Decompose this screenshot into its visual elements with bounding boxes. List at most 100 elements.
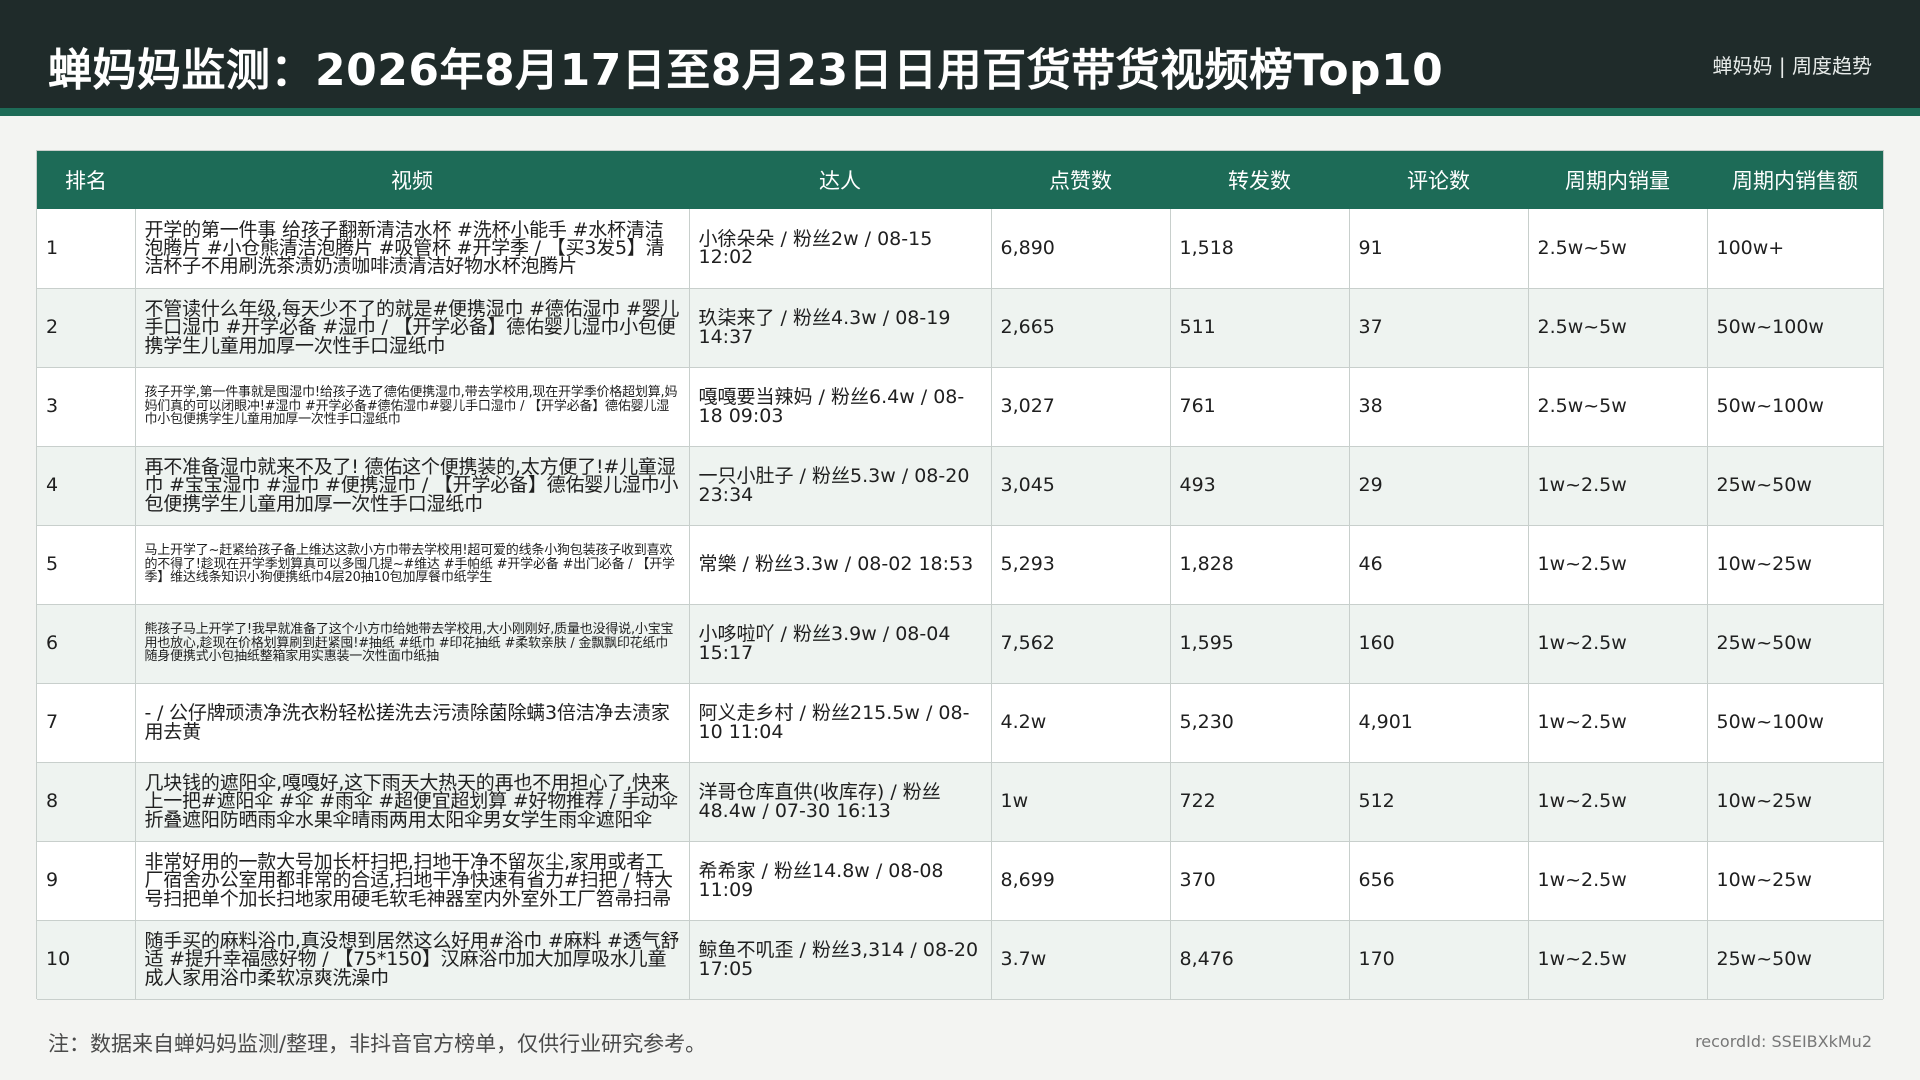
video-title-cell: 不管读什么年级,每天少不了的就是#便携湿巾 #德佑湿巾 #婴儿手口湿巾 #开学必… xyxy=(135,288,690,368)
video-title-cell: 随手买的麻料浴巾,真没想到居然这么好用#浴巾 #麻料 #透气舒适 #提升幸福感好… xyxy=(135,920,690,1000)
rank-cell: 1 xyxy=(37,209,136,289)
author-cell: 鲸鱼不叽歪 / 粉丝3,314 / 08-20 17:05 xyxy=(689,920,992,1000)
rank-cell: 9 xyxy=(37,841,136,921)
shares-cell: 1,595 xyxy=(1170,604,1350,684)
header-brand-label: 蝉妈妈 | 周度趋势 xyxy=(1712,54,1872,78)
table-row: 6 熊孩子马上开学了!我早就准备了这个小方巾给她带去学校用,大小刚刚好,质量也没… xyxy=(37,604,1883,684)
sales-cell: 1w~2.5w xyxy=(1528,525,1708,605)
video-title-cell: 孩子开学,第一件事就是囤湿巾!给孩子选了德佑便携湿巾,带去学校用,现在开学季价格… xyxy=(135,367,690,447)
likes-cell: 7,562 xyxy=(991,604,1171,684)
author-cell: 嘎嘎要当辣妈 / 粉丝6.4w / 08-18 09:03 xyxy=(689,367,992,447)
video-title-cell: 再不准备湿巾就来不及了! 德佑这个便携装的,太方便了!#儿童湿巾 #宝宝湿巾 #… xyxy=(135,446,690,526)
sales-cell: 2.5w~5w xyxy=(1528,367,1708,447)
likes-cell: 3,045 xyxy=(991,446,1171,526)
sales-cell: 1w~2.5w xyxy=(1528,604,1708,684)
table-row: 3 孩子开学,第一件事就是囤湿巾!给孩子选了德佑便携湿巾,带去学校用,现在开学季… xyxy=(37,367,1883,447)
sales-cell: 1w~2.5w xyxy=(1528,841,1708,921)
comments-cell: 38 xyxy=(1349,367,1529,447)
video-title-cell: 马上开学了~赶紧给孩子备上维达这款小方巾带去学校用!超可爱的线条小狗包装孩子收到… xyxy=(135,525,690,605)
gmv-cell: 50w~100w xyxy=(1707,367,1883,447)
rank-cell: 5 xyxy=(37,525,136,605)
column-header-rank: 排名 xyxy=(65,169,107,193)
comments-cell: 46 xyxy=(1349,525,1529,605)
page-header: 蝉妈妈监测：2026年8月17日至8月23日日用百货带货视频榜Top10 蝉妈妈… xyxy=(0,0,1920,116)
column-header-video: 视频 xyxy=(391,169,433,193)
comments-cell: 29 xyxy=(1349,446,1529,526)
table-row: 2 不管读什么年级,每天少不了的就是#便携湿巾 #德佑湿巾 #婴儿手口湿巾 #开… xyxy=(37,288,1883,368)
gmv-cell: 10w~25w xyxy=(1707,762,1883,842)
table-row: 8 几块钱的遮阳伞,嘎嘎好,这下雨天大热天的再也不用担心了,快来上一把#遮阳伞 … xyxy=(37,762,1883,842)
video-title-cell: 熊孩子马上开学了!我早就准备了这个小方巾给她带去学校用,大小刚刚好,质量也没得说… xyxy=(135,604,690,684)
author-cell: 玖柒来了 / 粉丝4.3w / 08-19 14:37 xyxy=(689,288,992,368)
likes-cell: 3,027 xyxy=(991,367,1171,447)
comments-cell: 656 xyxy=(1349,841,1529,921)
likes-cell: 8,699 xyxy=(991,841,1171,921)
gmv-cell: 10w~25w xyxy=(1707,841,1883,921)
video-title-cell: 非常好用的一款大号加长杆扫把,扫地干净不留灰尘,家用或者工厂宿舍办公室用都非常的… xyxy=(135,841,690,921)
shares-cell: 5,230 xyxy=(1170,683,1350,763)
gmv-cell: 25w~50w xyxy=(1707,920,1883,1000)
comments-cell: 37 xyxy=(1349,288,1529,368)
sales-cell: 1w~2.5w xyxy=(1528,683,1708,763)
gmv-cell: 50w~100w xyxy=(1707,288,1883,368)
shares-cell: 511 xyxy=(1170,288,1350,368)
likes-cell: 2,665 xyxy=(991,288,1171,368)
gmv-cell: 25w~50w xyxy=(1707,446,1883,526)
gmv-cell: 50w~100w xyxy=(1707,683,1883,763)
author-cell: 小哆啦吖 / 粉丝3.9w / 08-04 15:17 xyxy=(689,604,992,684)
record-id: recordId: SSEIBXkMu2 xyxy=(1695,1032,1872,1051)
shares-cell: 761 xyxy=(1170,367,1350,447)
ranking-table-container: 排名 视频 达人 点赞数 转发数 评论数 周期内销量 周期内销售额 1 开学的第… xyxy=(36,150,1884,1000)
table-body: 1 开学的第一件事 给孩子翻新清洁水杯 #洗杯小能手 #水杯清洁泡腾片 #小仓熊… xyxy=(37,209,1883,1000)
table-row: 1 开学的第一件事 给孩子翻新清洁水杯 #洗杯小能手 #水杯清洁泡腾片 #小仓熊… xyxy=(37,209,1883,289)
gmv-cell: 10w~25w xyxy=(1707,525,1883,605)
likes-cell: 3.7w xyxy=(991,920,1171,1000)
comments-cell: 170 xyxy=(1349,920,1529,1000)
column-header-likes: 点赞数 xyxy=(1049,169,1112,193)
table-row: 7 - / 公仔牌顽渍净洗衣粉轻松搓洗去污渍除菌除螨3倍洁净去渍家用去黄 阿义走… xyxy=(37,683,1883,763)
likes-cell: 6,890 xyxy=(991,209,1171,289)
rank-cell: 8 xyxy=(37,762,136,842)
column-header-sales: 周期内销量 xyxy=(1565,169,1670,193)
shares-cell: 493 xyxy=(1170,446,1350,526)
rank-cell: 7 xyxy=(37,683,136,763)
author-cell: 小徐朵朵 / 粉丝2w / 08-15 12:02 xyxy=(689,209,992,289)
footer-disclaimer: 注：数据来自蝉妈妈监测/整理，非抖音官方榜单，仅供行业研究参考。 xyxy=(48,1032,707,1056)
likes-cell: 1w xyxy=(991,762,1171,842)
sales-cell: 2.5w~5w xyxy=(1528,209,1708,289)
shares-cell: 1,828 xyxy=(1170,525,1350,605)
author-cell: 洋哥仓库直供(收库存) / 粉丝48.4w / 07-30 16:13 xyxy=(689,762,992,842)
gmv-cell: 25w~50w xyxy=(1707,604,1883,684)
ranking-table: 排名 视频 达人 点赞数 转发数 评论数 周期内销量 周期内销售额 1 开学的第… xyxy=(37,151,1883,1000)
table-row: 10 随手买的麻料浴巾,真没想到居然这么好用#浴巾 #麻料 #透气舒适 #提升幸… xyxy=(37,920,1883,1000)
likes-cell: 5,293 xyxy=(991,525,1171,605)
sales-cell: 1w~2.5w xyxy=(1528,446,1708,526)
author-cell: 一只小肚子 / 粉丝5.3w / 08-20 23:34 xyxy=(689,446,992,526)
sales-cell: 2.5w~5w xyxy=(1528,288,1708,368)
rank-cell: 4 xyxy=(37,446,136,526)
author-cell: 常樂 / 粉丝3.3w / 08-02 18:53 xyxy=(689,525,992,605)
comments-cell: 512 xyxy=(1349,762,1529,842)
comments-cell: 160 xyxy=(1349,604,1529,684)
table-header: 排名 视频 达人 点赞数 转发数 评论数 周期内销量 周期内销售额 xyxy=(37,151,1883,209)
comments-cell: 4,901 xyxy=(1349,683,1529,763)
shares-cell: 8,476 xyxy=(1170,920,1350,1000)
sales-cell: 1w~2.5w xyxy=(1528,920,1708,1000)
rank-cell: 10 xyxy=(37,920,136,1000)
column-header-shares: 转发数 xyxy=(1228,169,1291,193)
table-row: 4 再不准备湿巾就来不及了! 德佑这个便携装的,太方便了!#儿童湿巾 #宝宝湿巾… xyxy=(37,446,1883,526)
author-cell: 希希家 / 粉丝14.8w / 08-08 11:09 xyxy=(689,841,992,921)
gmv-cell: 100w+ xyxy=(1707,209,1883,289)
column-header-author: 达人 xyxy=(819,169,861,193)
video-title-cell: - / 公仔牌顽渍净洗衣粉轻松搓洗去污渍除菌除螨3倍洁净去渍家用去黄 xyxy=(135,683,690,763)
table-header-row: 排名 视频 达人 点赞数 转发数 评论数 周期内销量 周期内销售额 xyxy=(37,151,1883,209)
video-title-cell: 几块钱的遮阳伞,嘎嘎好,这下雨天大热天的再也不用担心了,快来上一把#遮阳伞 #伞… xyxy=(135,762,690,842)
shares-cell: 1,518 xyxy=(1170,209,1350,289)
column-header-gmv: 周期内销售额 xyxy=(1732,169,1858,193)
shares-cell: 722 xyxy=(1170,762,1350,842)
rank-cell: 3 xyxy=(37,367,136,447)
shares-cell: 370 xyxy=(1170,841,1350,921)
rank-cell: 6 xyxy=(37,604,136,684)
author-cell: 阿义走乡村 / 粉丝215.5w / 08-10 11:04 xyxy=(689,683,992,763)
column-header-comments: 评论数 xyxy=(1407,169,1470,193)
